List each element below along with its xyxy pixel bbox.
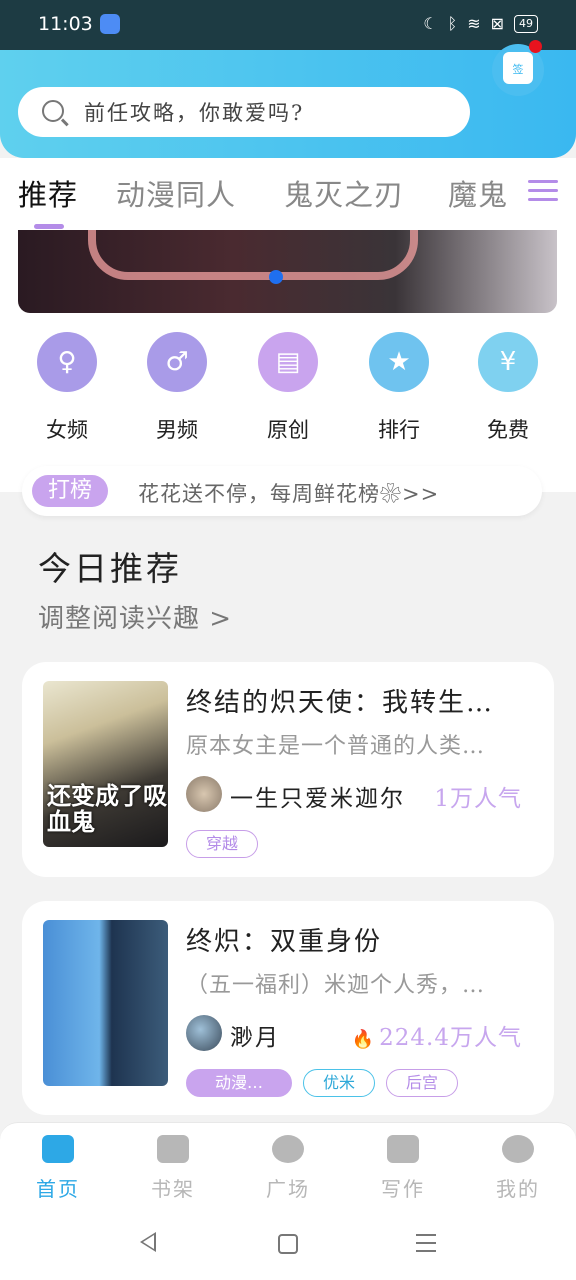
chat-icon: [502, 1135, 534, 1163]
book-title: 终炽：双重身份: [186, 927, 383, 957]
bookshelf-icon: [157, 1135, 189, 1163]
author-name: 渺月: [230, 1025, 280, 1051]
book-tag[interactable]: 后宫: [386, 1069, 458, 1097]
search-placeholder: 前任攻略，你敢爱吗?: [84, 101, 305, 125]
book-tag[interactable]: 穿越: [186, 830, 258, 858]
book-cover: [43, 920, 168, 1086]
category-label: 男频: [156, 418, 198, 442]
notification-dot: [529, 40, 542, 53]
sim-icon: ⊠: [490, 14, 504, 33]
category-female[interactable]: ♀ 女频: [27, 332, 107, 444]
banner-indicator-dot: [269, 270, 283, 284]
search-icon: [42, 100, 64, 122]
nav-label: 书架: [151, 1177, 195, 1201]
author-name: 一生只爱米迦尔: [230, 786, 405, 812]
system-nav-bar: [0, 1210, 576, 1280]
category-original[interactable]: ▤ 原创: [248, 332, 328, 444]
popularity: 1万人气: [434, 786, 522, 812]
nav-label: 首页: [36, 1177, 80, 1201]
home-icon: [42, 1135, 74, 1163]
category-label: 原创: [267, 418, 309, 442]
nav-home[interactable]: 首页: [18, 1135, 98, 1202]
avatar: [186, 776, 222, 812]
section-title: 今日推荐: [38, 549, 182, 588]
shirt-icon: ♂: [147, 332, 207, 392]
status-bar: 11:03 ☾ ᛒ ≋ ⊠ 49: [0, 0, 576, 50]
adjust-interests-link[interactable]: 调整阅读兴趣 >: [38, 598, 232, 635]
wifi-icon: ≋: [467, 14, 481, 33]
dress-icon: ♀: [37, 332, 97, 392]
book-card[interactable]: 终炽：双重身份 （五一福利）米迦个人秀，… 渺月 🔥 224.4万人气 动漫… 优…: [22, 901, 554, 1115]
header: 前任攻略，你敢爱吗?: [0, 50, 576, 158]
status-icons: ☾ ᛒ ≋ ⊠ 49: [423, 14, 538, 33]
book-card[interactable]: 还变成了吸血鬼 终结的炽天使：我转生… 原本女主是一个普通的人类… 一生只爱米迦…: [22, 662, 554, 877]
popularity-value: 224.4万人气: [379, 1025, 522, 1051]
nav-write[interactable]: 写作: [363, 1135, 443, 1202]
flame-icon: 🔥: [351, 1029, 376, 1050]
nav-label: 写作: [381, 1177, 425, 1201]
gift-icon: 签: [503, 52, 533, 84]
category-label: 排行: [378, 418, 420, 442]
avatar: [186, 1015, 222, 1051]
book-tag[interactable]: 优米: [303, 1069, 375, 1097]
book-description: （五一福利）米迦个人秀，…: [186, 973, 486, 998]
tab-indicator: [34, 224, 64, 229]
nav-label: 广场: [266, 1177, 310, 1201]
category-ranking[interactable]: ★ 排行: [359, 332, 439, 444]
nav-plaza[interactable]: 广场: [248, 1135, 328, 1202]
category-label: 女频: [46, 418, 88, 442]
nav-profile[interactable]: 我的: [478, 1135, 558, 1202]
android-icon: [100, 14, 120, 34]
tab-anime-fanfic[interactable]: 动漫同人: [116, 172, 236, 214]
category-tabs: 推荐 动漫同人 鬼灭之刃 魔鬼: [0, 158, 576, 230]
popularity: 🔥 224.4万人气: [352, 1018, 522, 1052]
category-free[interactable]: ¥ 免费: [468, 332, 548, 444]
recents-icon[interactable]: [416, 1234, 436, 1258]
book-tag[interactable]: 动漫…: [186, 1069, 292, 1097]
announcement-tag: 打榜: [32, 475, 108, 507]
moon-icon: ☾: [423, 14, 438, 33]
nav-bookshelf[interactable]: 书架: [133, 1135, 213, 1202]
nav-label: 我的: [496, 1177, 540, 1201]
banner-image[interactable]: [18, 230, 557, 313]
search-input[interactable]: 前任攻略，你敢爱吗?: [18, 87, 470, 137]
back-icon[interactable]: [140, 1232, 156, 1252]
tab-demon-slayer[interactable]: 鬼灭之刃: [284, 172, 404, 214]
cover-text: 还变成了吸血鬼: [47, 781, 167, 836]
pencil-icon: [387, 1135, 419, 1163]
book-description: 原本女主是一个普通的人类…: [186, 734, 486, 759]
announcement-bar[interactable]: 打榜 花花送不停，每周鲜花榜❀>>: [22, 466, 542, 516]
bluetooth-icon: ᛒ: [447, 14, 458, 33]
trophy-icon: ★: [369, 332, 429, 392]
battery-icon: 49: [514, 14, 538, 33]
category-label: 免费: [487, 418, 529, 442]
book-cover: 还变成了吸血鬼: [43, 681, 168, 847]
planet-icon: [272, 1135, 304, 1163]
tab-recommend[interactable]: 推荐: [18, 172, 78, 214]
book-title: 终结的炽天使：我转生…: [186, 688, 495, 718]
book-icon: ▤: [258, 332, 318, 392]
category-male[interactable]: ♂ 男频: [137, 332, 217, 444]
announcement-text: 花花送不停，每周鲜花榜❀>>: [138, 482, 440, 506]
status-time: 11:03: [38, 13, 93, 35]
menu-icon[interactable]: [528, 180, 558, 208]
tab-demon[interactable]: 魔鬼: [448, 172, 508, 214]
bottom-nav: 首页 书架 广场 写作 我的: [0, 1122, 576, 1210]
home-square-icon[interactable]: [278, 1234, 298, 1254]
coin-icon: ¥: [478, 332, 538, 392]
banner-art: [88, 230, 418, 280]
